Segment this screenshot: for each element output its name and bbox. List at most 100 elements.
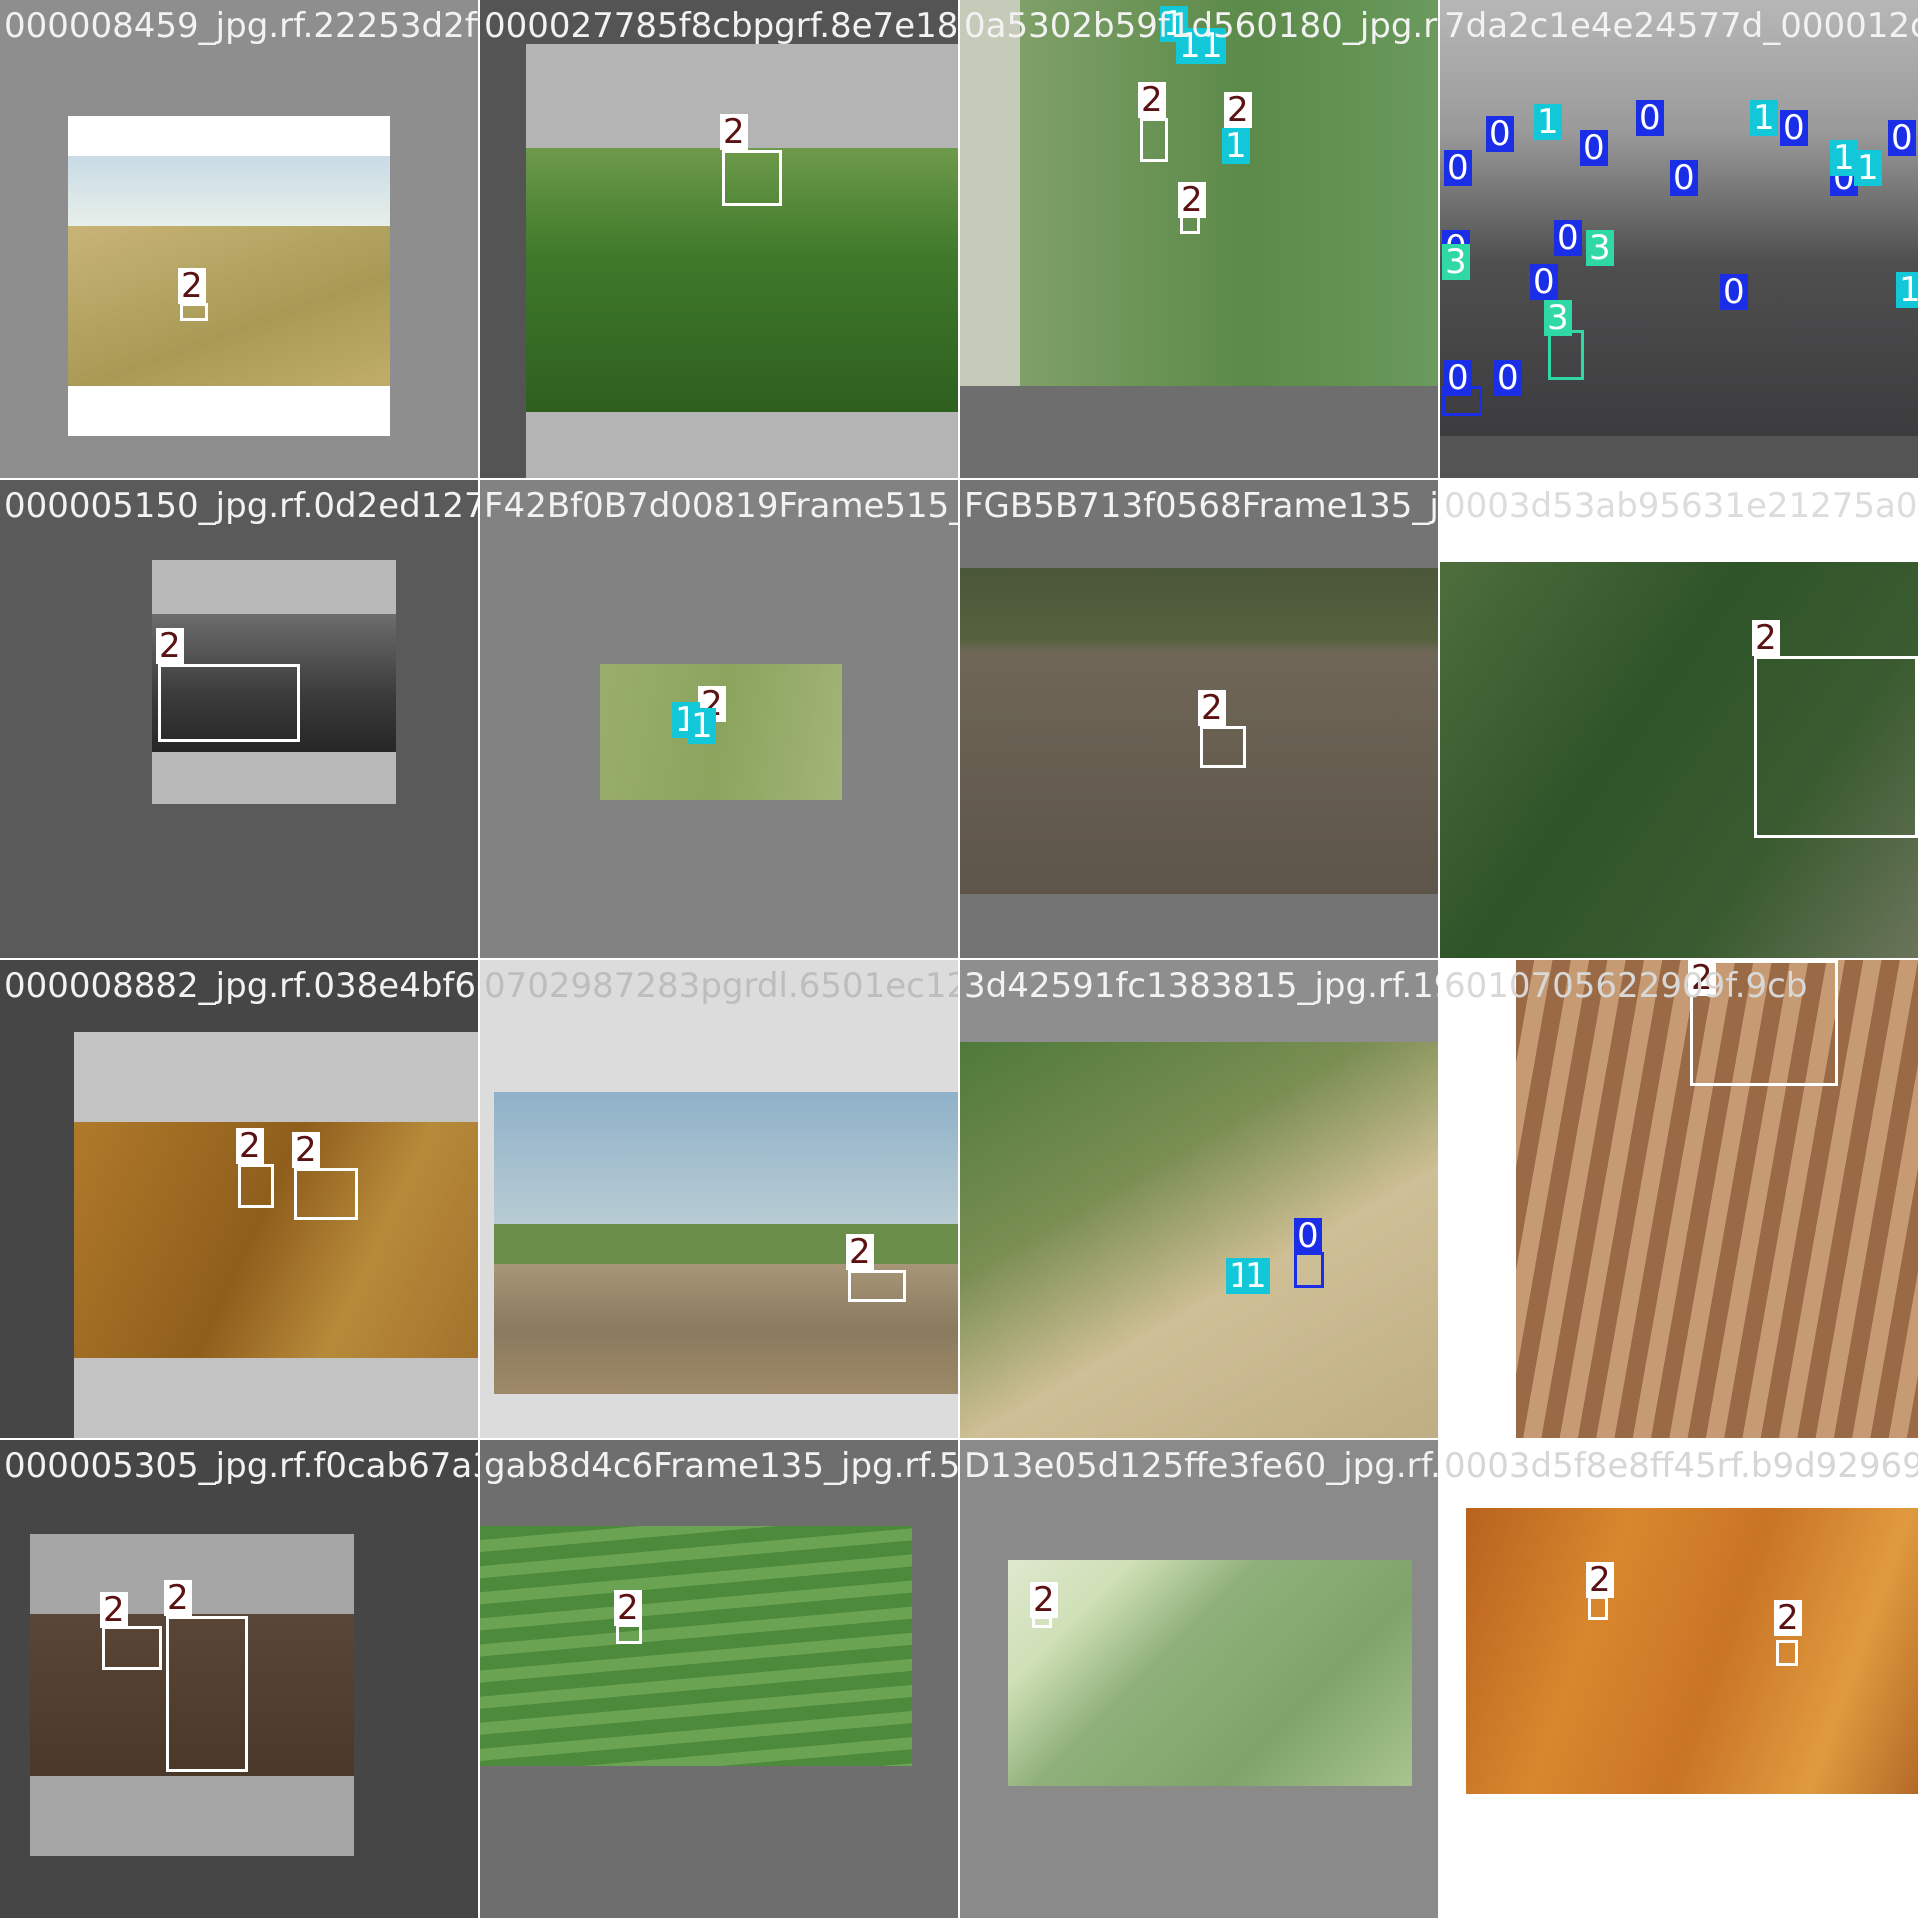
image-filename: FGB5B713f0568Frame135_jp [964,486,1438,526]
image-filename: 0a5302b59f1d560180_jpg.rf.5 [964,6,1438,46]
tile-6: 2 1 1 F42Bf0B7d00819Frame515_jp [480,480,958,958]
tile-16-image [1466,1508,1918,1794]
detection-label: 2 [1178,182,1206,218]
grid-divider [958,0,960,1920]
image-filename: 000008882_jpg.rf.038e4bf6d [4,966,478,1006]
image-filename: gab8d4c6Frame135_jpg.rf.518 [484,1446,958,1486]
detection-label: 2 [1586,1562,1614,1598]
image-filename: 000005150_jpg.rf.0d2ed127d [4,486,478,526]
detection-label: 2 [1198,690,1226,726]
detection-label: 1 [1896,272,1918,308]
tile-15: 2 D13e05d125ffe3fe60_jpg.rf.f7 [960,1440,1438,1918]
tile-7: 2 FGB5B713f0568Frame135_jp [960,480,1438,958]
tile-2: 2 000027785f8cbpgrf.8e7e18e29af3012b6910… [480,0,958,478]
detection-box [1776,1640,1798,1666]
tile-5: 2 000005150_jpg.rf.0d2ed127d [0,480,478,958]
detection-label: 0 [1580,130,1608,166]
detection-label: 2 [846,1234,874,1270]
detection-label: 2 [720,114,748,150]
tile-15-image [1008,1560,1412,1786]
detection-label: 3 [1544,300,1572,336]
detection-label: 0 [1554,220,1582,256]
tile-14-image [480,1526,912,1766]
tile-12: 2 6010705622909f.9cb [1440,960,1918,1438]
detection-label: 3 [1586,230,1614,266]
detection-label: 2 [614,1590,642,1626]
detection-label: 1 [1750,100,1778,136]
grid-divider [0,478,1920,480]
detection-label: 1 [688,708,716,744]
detection-label: 2 [236,1128,264,1164]
tile-3: 2 2 2 1 1 1 1 0a5302b59f1d560180_jpg.rf.… [960,0,1438,478]
tile-13: 2 2 000005305_jpg.rf.f0cab67a3 [0,1440,478,1918]
image-filename: 0003d5f8e8ff45rf.b9d92969 [1444,1446,1918,1486]
image-filename: 7da2c1e4e24577d_000012d [1444,6,1918,46]
detection-label: 1 [1242,1258,1270,1294]
tile-2-image [526,44,958,478]
detection-label: 0 [1494,360,1522,396]
detection-label: 0 [1888,120,1916,156]
image-filename: 3d42591fc1383815_jpg.rf.19 [964,966,1438,1006]
tile-9-image [74,1032,478,1438]
detection-label: 2 [292,1132,320,1168]
tile-4: 0 0 0 0 0 0 0 0 0 0 0 0 0 0 1 1 1 1 1 3 … [1440,0,1918,478]
detection-box [848,1270,906,1302]
detection-label: 2 [1030,1582,1058,1618]
detection-box [1140,118,1168,162]
detection-box [722,150,782,206]
image-filename: D13e05d125ffe3fe60_jpg.rf.f7 [964,1446,1438,1486]
detection-label: 2 [1774,1600,1802,1636]
detection-label: 0 [1486,116,1514,152]
detection-label: 0 [1670,160,1698,196]
detection-label: 2 [1752,620,1780,656]
grid-divider [478,0,480,1920]
tile-14: 2 gab8d4c6Frame135_jpg.rf.518 [480,1440,958,1918]
detection-label: 3 [1442,244,1470,280]
detection-label: 2 [178,268,206,304]
detection-label: 0 [1720,274,1748,310]
detection-label: 2 [164,1580,192,1616]
image-filename: 0003d53ab95631e21275a0 [1444,486,1918,526]
grid-divider [1438,0,1440,1920]
detection-box [158,664,300,742]
detection-box [1294,1252,1324,1288]
detection-label: 2 [156,628,184,664]
tile-10-image [494,1092,958,1394]
detection-label: 0 [1294,1218,1322,1254]
detection-label: 0 [1780,110,1808,146]
detection-box [294,1168,358,1220]
image-filename: 6010705622909f.9cb [1444,966,1808,1006]
detection-mosaic: 2 000008459_jpg.rf.22253d2ffa0002758c8jp… [0,0,1920,1920]
detection-box [238,1164,274,1208]
detection-label: 2 [1224,92,1252,128]
detection-label: 0 [1636,100,1664,136]
detection-box [1754,656,1918,838]
detection-label: 2 [1138,82,1166,118]
detection-label: 0 [1444,150,1472,186]
detection-label: 1 [1222,128,1250,164]
detection-box [1200,726,1246,768]
detection-label: 2 [100,1592,128,1628]
image-filename: 000005305_jpg.rf.f0cab67a3 [4,1446,478,1486]
image-filename: 000027785f8cbpgrf.8e7e18e29af3012b6910..… [484,6,958,46]
detection-label: 0 [1530,264,1558,300]
detection-label: 0 [1444,360,1472,396]
image-filename: 000008459_jpg.rf.22253d2ffa0002758c8jpg.… [4,6,478,46]
detection-label: 1 [1854,150,1882,186]
image-filename: 0702987283pgrdl.6501ec12 [484,966,958,1006]
detection-box [166,1616,248,1772]
tile-8: 2 0003d53ab95631e21275a0 [1440,480,1918,958]
tile-11: 0 1 1 3d42591fc1383815_jpg.rf.19 [960,960,1438,1438]
grid-divider [0,958,1920,960]
grid-divider [0,1438,1920,1440]
tile-9: 2 2 000008882_jpg.rf.038e4bf6d [0,960,478,1438]
tile-7-image [960,568,1438,894]
tile-1-image [68,116,390,436]
tile-16: 2 2 0003d5f8e8ff45rf.b9d92969 [1440,1440,1918,1918]
tile-1: 2 000008459_jpg.rf.22253d2ffa0002758c8jp… [0,0,478,478]
image-filename: F42Bf0B7d00819Frame515_jp [484,486,958,526]
detection-label: 1 [1534,104,1562,140]
tile-11-image [960,1042,1438,1438]
tile-10: 2 0702987283pgrdl.6501ec12 [480,960,958,1438]
detection-box [102,1626,162,1670]
